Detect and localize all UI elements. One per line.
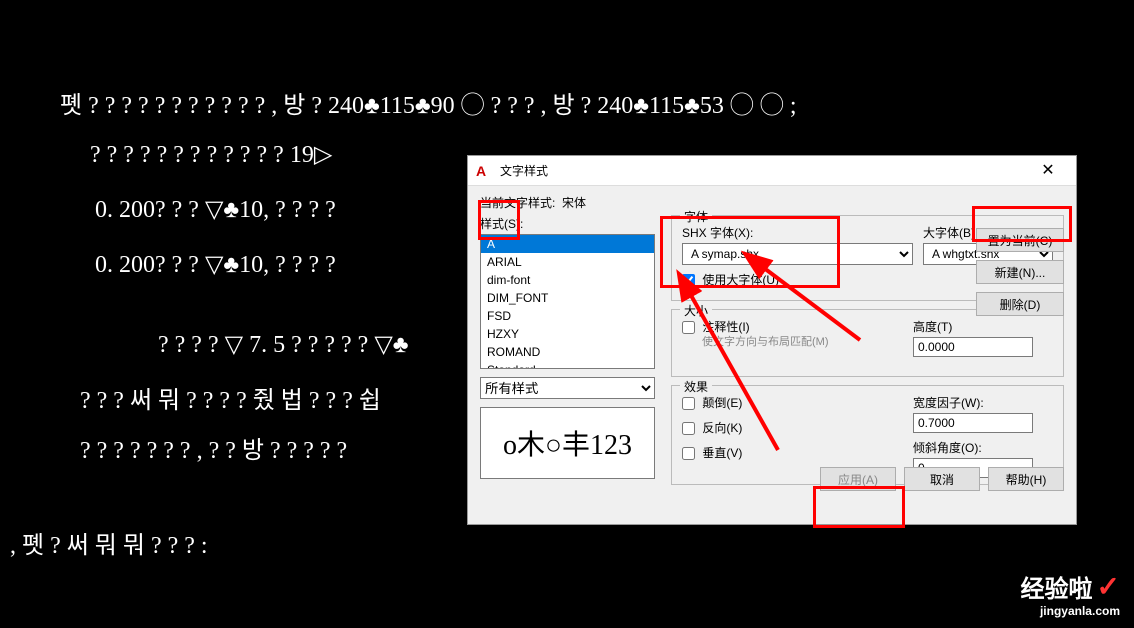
style-filter-select[interactable]: 所有样式 — [480, 377, 655, 399]
bg-cad-text: ? ? ? ? ? ? ? ? ? ? ? ? 19▷ — [90, 140, 332, 169]
match-orient-label: 使文字方向与布局匹配(M) — [702, 335, 893, 349]
dialog-title: 文字样式 — [500, 162, 1028, 179]
height-input[interactable] — [913, 337, 1033, 357]
font-group-title: 字体 — [680, 208, 712, 225]
current-style-label: 当前文字样式: 宋体 — [480, 194, 1064, 211]
height-label: 高度(T) — [913, 318, 1053, 335]
dialog-titlebar[interactable]: A 文字样式 ✕ — [468, 156, 1076, 186]
apply-button[interactable]: 应用(A) — [820, 467, 896, 491]
list-item[interactable]: ROMAND — [481, 343, 654, 361]
list-item[interactable]: DIM_FONT — [481, 289, 654, 307]
shx-font-combo[interactable]: A symap.shx — [682, 243, 913, 265]
oblique-label: 倾斜角度(O): — [913, 439, 1053, 456]
help-button[interactable]: 帮助(H) — [988, 467, 1064, 491]
styles-label: 样式(S): — [480, 215, 655, 232]
shx-font-label: SHX 字体(X): — [682, 224, 913, 241]
list-item[interactable]: Standard — [481, 361, 654, 369]
bg-cad-text: , 폣 ? 써 뭐 뭐 ? ? ? : — [10, 525, 208, 560]
list-item[interactable]: HZXY — [481, 325, 654, 343]
upside-down-checkbox[interactable] — [682, 397, 695, 410]
text-style-dialog: A 文字样式 ✕ 当前文字样式: 宋体 样式(S): A ARIAL dim-f… — [467, 155, 1077, 525]
bg-cad-text: ? ? ? 써 뭐 ? ? ? ? 줬 법 ? ? ? 쉽 — [80, 380, 381, 415]
use-big-font-checkbox[interactable] — [682, 274, 695, 287]
backwards-checkbox[interactable] — [682, 422, 695, 435]
preview-box: o木○丰123 — [480, 407, 655, 479]
annotative-row[interactable]: 注释性(I) — [682, 318, 893, 335]
close-icon[interactable]: ✕ — [1028, 157, 1068, 185]
upside-down-row[interactable]: 颠倒(E) — [682, 394, 893, 411]
list-item[interactable]: FSD — [481, 307, 654, 325]
list-item[interactable]: ARIAL — [481, 253, 654, 271]
width-factor-input[interactable] — [913, 413, 1033, 433]
use-big-font-label: 使用大字体(U) — [702, 273, 779, 287]
vertical-checkbox[interactable] — [682, 447, 695, 460]
annotative-checkbox[interactable] — [682, 321, 695, 334]
cancel-button[interactable]: 取消 — [904, 467, 980, 491]
bg-cad-text: 0. 200? ? ? ▽♣10, ? ? ? ? — [95, 250, 336, 279]
backwards-row[interactable]: 反向(K) — [682, 419, 893, 436]
effects-group-title: 效果 — [680, 378, 712, 395]
autocad-icon: A — [476, 163, 492, 179]
list-item[interactable]: A — [481, 235, 654, 253]
bg-cad-text: ? ? ? ? ? ? ? , ? ? 방 ? ? ? ? ? — [80, 430, 347, 465]
style-list[interactable]: A ARIAL dim-font DIM_FONT FSD HZXY ROMAN… — [480, 234, 655, 369]
watermark: 经验啦✓ jingyanla.com — [1021, 569, 1120, 618]
width-factor-label: 宽度因子(W): — [913, 394, 1053, 411]
annotative-label: 注释性(I) — [702, 320, 749, 334]
set-current-button[interactable]: 置为当前(C) — [976, 228, 1064, 252]
bg-cad-text: 0. 200? ? ? ▽♣10, ? ? ? ? — [95, 195, 336, 224]
new-button[interactable]: 新建(N)... — [976, 260, 1064, 284]
delete-button[interactable]: 删除(D) — [976, 292, 1064, 316]
checkmark-icon: ✓ — [1097, 570, 1120, 603]
bg-cad-text: ? ? ? ? ▽ 7. 5 ? ? ? ? ? ▽♣ — [158, 330, 409, 359]
size-group-title: 大小 — [680, 302, 712, 319]
vertical-row[interactable]: 垂直(V) — [682, 444, 893, 461]
bg-cad-text: 폣 ? ? ? ? ? ? ? ? ? ? ? , 방 ? 240♣115♣90… — [60, 85, 797, 120]
list-item[interactable]: dim-font — [481, 271, 654, 289]
